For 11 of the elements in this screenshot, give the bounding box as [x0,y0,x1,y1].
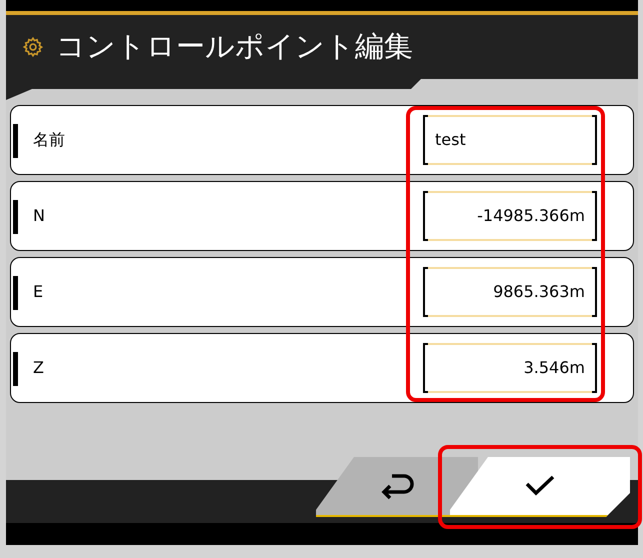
field-label: 名前 [33,129,66,151]
input-field[interactable]: 9865.363m [423,267,597,317]
page-title: コントロールポイント編集 [56,28,413,66]
field-label: Z [33,357,45,379]
field-label: E [33,281,44,303]
input-field[interactable]: test [423,115,597,165]
field-label: N [33,205,46,227]
settings-icon [22,36,44,58]
input-field[interactable]: -14985.366m [423,191,597,241]
input-field[interactable]: 3.546m [423,343,597,393]
checkmark-icon [524,474,556,498]
